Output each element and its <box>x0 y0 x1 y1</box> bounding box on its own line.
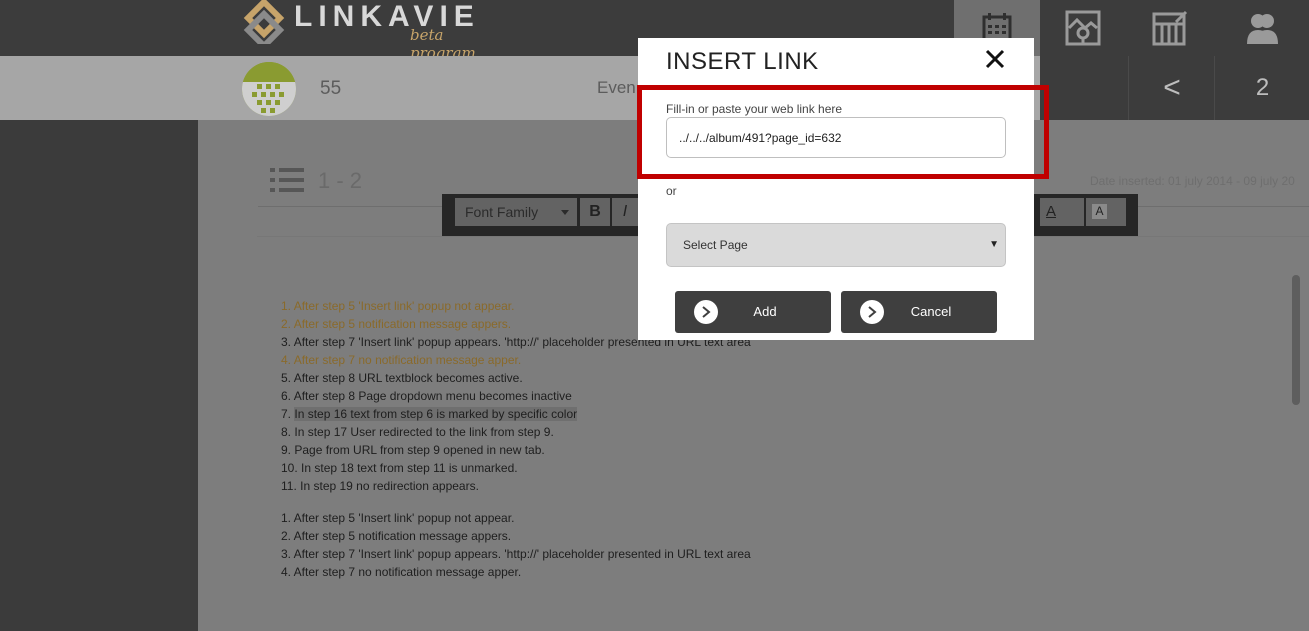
line-text: In step 18 text from step 11 is unmarked… <box>301 461 518 475</box>
line-number: 4. <box>281 353 292 367</box>
insert-link-dialog: INSERT LINK Fill-in or paste your web li… <box>638 38 1034 340</box>
entry-range: 1 - 2 <box>318 168 363 193</box>
line-text: After step 7 no notification message app… <box>293 353 522 367</box>
line-number: 11. <box>281 479 297 493</box>
select-page-dropdown[interactable]: Select Page ▼ <box>666 223 1006 267</box>
editor-line: 1. After step 5 'Insert link' popup not … <box>281 511 515 525</box>
add-button[interactable]: Add <box>675 291 831 333</box>
page-number[interactable]: 2 <box>1214 56 1309 120</box>
close-icon[interactable] <box>982 46 1008 72</box>
line-text: In step 17 User redirected to the link f… <box>294 425 554 439</box>
editor-line: 4. After step 7 no notification message … <box>281 353 521 367</box>
line-number: 2. <box>281 317 292 331</box>
line-number: 9. <box>281 443 292 457</box>
line-number: 3. <box>281 335 292 349</box>
italic-button[interactable]: I <box>612 198 638 226</box>
editor-line: 10. In step 18 text from step 11 is unma… <box>281 461 518 475</box>
bold-button[interactable]: B <box>580 198 610 226</box>
logo-mark-icon <box>243 0 285 44</box>
left-sidebar <box>0 120 198 631</box>
editor-line: 4. After step 7 no notification message … <box>281 565 522 579</box>
editor-line: 2. After step 5 notification message app… <box>281 529 512 543</box>
editor-line: 5. After step 8 URL textblock becomes ac… <box>281 371 523 385</box>
event-label: Even <box>597 78 636 97</box>
editor-line: 7. In step 16 text from step 6 is marked… <box>281 407 578 421</box>
editor-line: 2. After step 5 notification message app… <box>281 317 511 331</box>
users-icon <box>1246 14 1278 44</box>
editor-line: 11. In step 19 no redirection appears. <box>281 479 479 493</box>
editor-line: 8. In step 17 User redirected to the lin… <box>281 425 554 439</box>
nav-users-button[interactable] <box>1214 0 1309 56</box>
cancel-button[interactable]: Cancel <box>841 291 997 333</box>
editor-line: 3. After step 7 'Insert link' popup appe… <box>281 547 751 561</box>
annotation-highlight-box <box>637 85 1049 179</box>
nav-album-button[interactable] <box>1040 0 1126 56</box>
line-text: After step 8 URL textblock becomes activ… <box>293 371 523 385</box>
line-text: In step 16 text from step 6 is marked by… <box>294 407 578 421</box>
shelves-edit-icon <box>1152 10 1188 46</box>
line-text: In step 19 no redirection appears. <box>300 479 479 493</box>
editor-line: 1. After step 5 'Insert link' popup not … <box>281 299 514 313</box>
line-text: After step 5 'Insert link' popup not app… <box>293 299 515 313</box>
line-number: 1. <box>281 299 292 313</box>
dropdown-caret-icon: ▼ <box>989 239 999 250</box>
line-text: After step 8 Page dropdown menu becomes … <box>293 389 572 403</box>
line-text: After step 5 notification message appers… <box>293 317 512 331</box>
item-count: 55 <box>320 78 342 99</box>
line-number: 8. <box>281 425 292 439</box>
line-number: 6. <box>281 389 292 403</box>
line-number: 7. <box>281 407 292 421</box>
picture-pin-icon <box>1065 10 1101 46</box>
calendar-grid-icon <box>242 62 296 116</box>
line-number: 10. <box>281 461 298 475</box>
list-icon[interactable] <box>270 165 304 195</box>
prev-page-button[interactable]: < <box>1128 56 1215 120</box>
text-color-button[interactable]: A <box>1040 198 1084 226</box>
or-label: or <box>666 184 677 198</box>
editor-scrollbar[interactable] <box>1292 275 1300 405</box>
line-text: Page from URL from step 9 opened in new … <box>294 443 545 457</box>
font-family-select[interactable]: Font Family <box>455 198 577 226</box>
background-color-label: A <box>1092 204 1107 219</box>
add-button-label: Add <box>753 304 777 319</box>
nav-shelves-button[interactable] <box>1127 0 1213 56</box>
select-page-value: Select Page <box>683 238 748 252</box>
line-number: 5. <box>281 371 292 385</box>
background-color-button[interactable]: A <box>1086 198 1126 226</box>
editor-line: 9. Page from URL from step 9 opened in n… <box>281 443 545 457</box>
dialog-title: INSERT LINK <box>666 48 819 75</box>
avatar[interactable] <box>242 62 296 116</box>
cancel-button-label: Cancel <box>910 304 952 319</box>
logo[interactable]: LINKAVIE beta program <box>240 0 510 62</box>
date-range: Date inserted: 01 july 2014 - 09 july 20 <box>1090 174 1295 188</box>
editor-line: 6. After step 8 Page dropdown menu becom… <box>281 389 572 403</box>
